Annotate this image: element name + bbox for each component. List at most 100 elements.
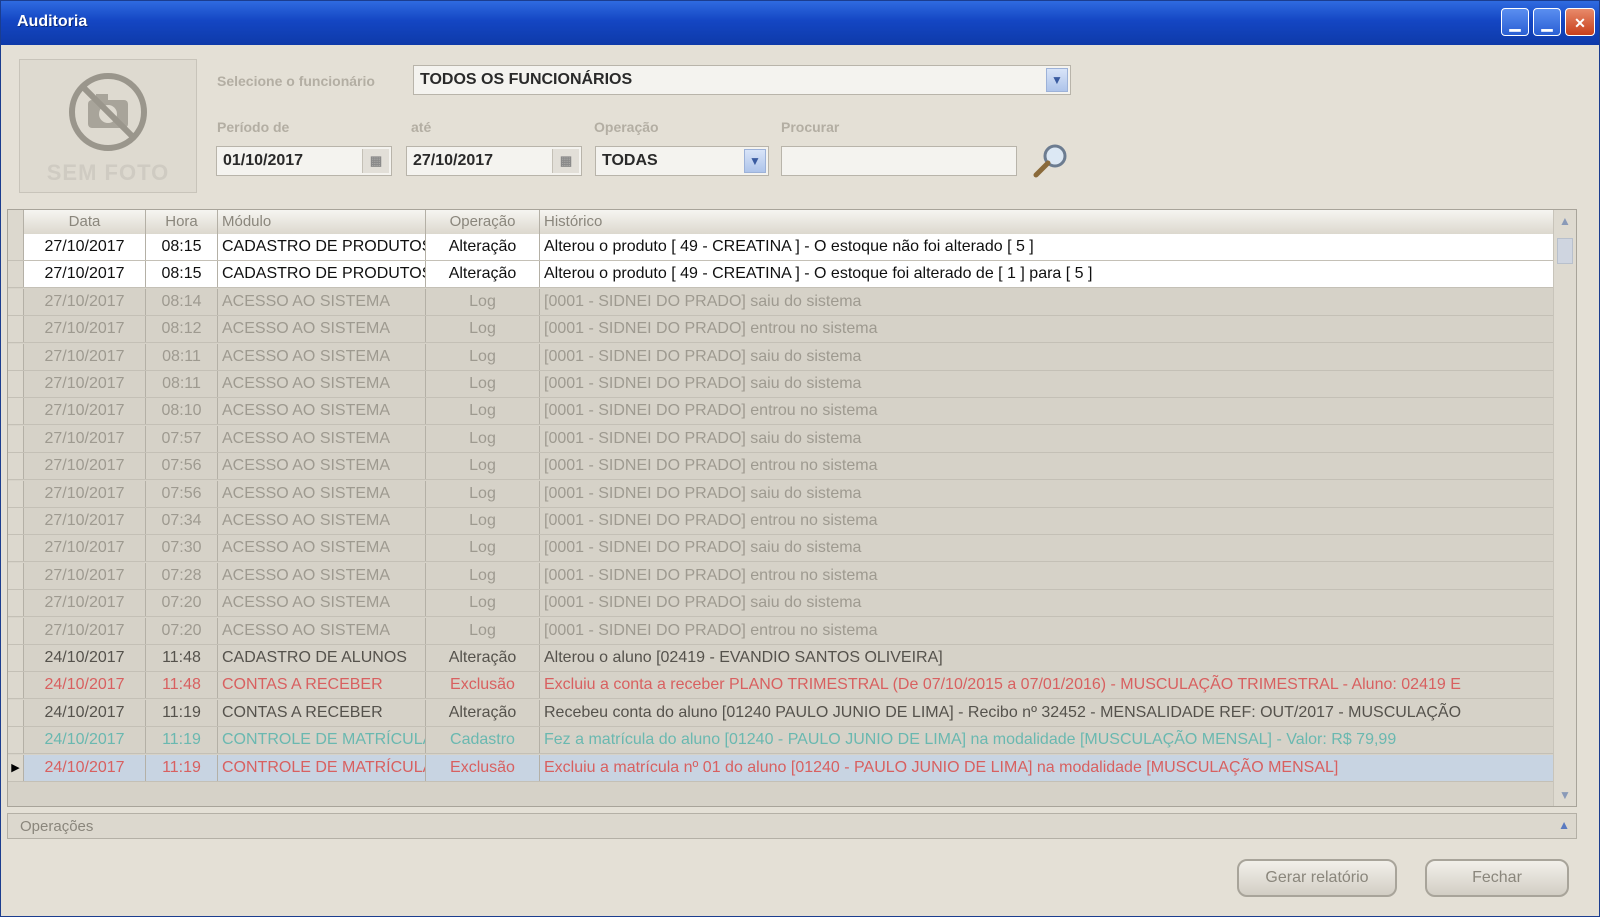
cell-historico: Excluiu a matrícula nº 01 do aluno [0124… (544, 758, 1339, 776)
cell-historico: Alterou o produto [ 49 - CREATINA ] - O … (544, 265, 1093, 283)
table-row[interactable]: 27/10/2017 08:12 ACESSO AO SISTEMA Log [0001… (8, 316, 1556, 344)
cell-data: 27/10/2017 (24, 590, 146, 617)
table-row[interactable]: 27/10/2017 08:15 CADASTRO DE PRODUTOS Alter… (8, 261, 1556, 289)
close-window-button[interactable]: ✕ (1565, 8, 1595, 36)
row-indicator (8, 590, 24, 617)
cell-data: 27/10/2017 (24, 425, 146, 452)
table-row[interactable]: 27/10/2017 07:56 ACESSO AO SISTEMA Log [0001… (8, 453, 1556, 481)
table-row[interactable]: 27/10/2017 08:11 ACESSO AO SISTEMA Log [0001… (8, 343, 1556, 371)
minimize-button[interactable]: ▁ (1501, 8, 1529, 36)
cell-operacao: Log (426, 398, 540, 425)
cell-historico: [0001 - SIDNEI DO PRADO] entrou no siste… (544, 320, 878, 338)
row-indicator (8, 288, 24, 315)
row-indicator (8, 727, 24, 754)
table-row[interactable]: 27/10/2017 07:20 ACESSO AO SISTEMA Log [0001… (8, 617, 1556, 645)
column-header-operacao[interactable]: Operação (426, 210, 540, 234)
employee-select[interactable]: TODOS OS FUNCIONÁRIOS ▼ (413, 65, 1071, 95)
cell-historico: [0001 - SIDNEI DO PRADO] saiu do sistema (544, 429, 862, 447)
audit-grid: Data Hora Módulo Operação Histórico 27/1… (7, 209, 1577, 807)
cell-data: 24/10/2017 (24, 754, 146, 781)
scroll-down-icon[interactable]: ▼ (1554, 788, 1576, 802)
table-row[interactable]: 27/10/2017 07:30 ACESSO AO SISTEMA Log [0001… (8, 535, 1556, 563)
employee-photo: SEM FOTO (19, 59, 197, 193)
cell-operacao: Alteração (426, 645, 540, 671)
row-indicator: ▶ (8, 754, 24, 781)
expand-icon[interactable]: ▲ (1558, 818, 1570, 832)
table-row[interactable]: 24/10/2017 11:19 CONTROLE DE MATRÍCULA Cada… (8, 727, 1556, 755)
cell-modulo: CADASTRO DE PRODUTOS (218, 261, 426, 288)
cell-modulo: ACESSO AO SISTEMA (218, 316, 426, 343)
column-header-hora[interactable]: Hora (146, 210, 218, 234)
search-input[interactable] (781, 146, 1017, 176)
table-row[interactable]: 24/10/2017 11:48 CONTAS A RECEBER Exclusão E… (8, 672, 1556, 700)
row-indicator-header (8, 210, 24, 234)
chevron-down-icon[interactable]: ▼ (1046, 68, 1068, 92)
cell-operacao: Log (426, 508, 540, 534)
calendar-icon[interactable]: ▦ (552, 149, 579, 173)
cell-hora: 07:56 (146, 480, 218, 507)
vertical-scrollbar[interactable]: ▲ ▼ (1553, 210, 1576, 806)
cell-modulo: ACESSO AO SISTEMA (218, 480, 426, 507)
cell-hora: 11:19 (146, 754, 218, 781)
audit-window: Auditoria ▁ ▁ ✕ SEM FOTO Selecione o fun… (0, 0, 1600, 917)
table-row[interactable]: 27/10/2017 07:57 ACESSO AO SISTEMA Log [0001… (8, 425, 1556, 453)
cell-historico: [0001 - SIDNEI DO PRADO] saiu do sistema (544, 539, 862, 557)
cell-hora: 08:14 (146, 288, 218, 315)
operation-select[interactable]: TODAS ▼ (595, 146, 769, 176)
maximize-button[interactable]: ▁ (1533, 8, 1561, 36)
table-row[interactable]: 27/10/2017 08:10 ACESSO AO SISTEMA Log [0001… (8, 398, 1556, 426)
cell-data: 27/10/2017 (24, 617, 146, 644)
table-row[interactable]: 27/10/2017 07:34 ACESSO AO SISTEMA Log [0001… (8, 508, 1556, 535)
column-header-historico[interactable]: Histórico (540, 210, 1556, 234)
period-to-field[interactable]: 27/10/2017 ▦ (406, 146, 582, 176)
cell-modulo: CONTROLE DE MATRÍCULA (218, 727, 426, 754)
table-row[interactable]: 27/10/2017 08:11 ACESSO AO SISTEMA Log [0001… (8, 371, 1556, 398)
cell-data: 27/10/2017 (24, 343, 146, 370)
cell-operacao: Log (426, 590, 540, 617)
column-header-data[interactable]: Data (24, 210, 146, 234)
calendar-icon[interactable]: ▦ (362, 149, 389, 173)
table-row[interactable]: 24/10/2017 11:48 CADASTRO DE ALUNOS Alteraç… (8, 645, 1556, 672)
cell-historico: [0001 - SIDNEI DO PRADO] entrou no siste… (544, 621, 878, 639)
chevron-down-icon[interactable]: ▼ (744, 149, 766, 173)
table-row[interactable]: 27/10/2017 08:15 CADASTRO DE PRODUTOS Alter… (8, 234, 1556, 261)
cell-historico: Excluiu a conta a receber PLANO TRIMESTR… (544, 676, 1461, 694)
cell-historico: [0001 - SIDNEI DO PRADO] saiu do sistema (544, 292, 862, 310)
window-title: Auditoria (17, 13, 88, 30)
cell-data: 27/10/2017 (24, 261, 146, 288)
table-row[interactable]: 27/10/2017 07:20 ACESSO AO SISTEMA Log [0001… (8, 590, 1556, 618)
operations-bar[interactable]: Operações ▲ (7, 813, 1577, 839)
cell-data: 24/10/2017 (24, 672, 146, 699)
cell-historico: [0001 - SIDNEI DO PRADO] entrou no siste… (544, 566, 878, 584)
cell-data: 24/10/2017 (24, 645, 146, 671)
period-to-label: até (411, 119, 432, 135)
close-button[interactable]: Fechar (1425, 859, 1569, 897)
generate-report-button[interactable]: Gerar relatório (1237, 859, 1397, 897)
scroll-up-icon[interactable]: ▲ (1554, 214, 1576, 228)
table-row[interactable]: 27/10/2017 07:56 ACESSO AO SISTEMA Log [0001… (8, 480, 1556, 508)
cell-data: 27/10/2017 (24, 562, 146, 589)
cell-modulo: CONTROLE DE MATRÍCULA (218, 754, 426, 781)
cell-hora: 11:19 (146, 727, 218, 754)
scroll-thumb[interactable] (1557, 238, 1573, 264)
cell-hora: 07:28 (146, 562, 218, 589)
period-from-field[interactable]: 01/10/2017 ▦ (216, 146, 392, 176)
cell-hora: 08:11 (146, 343, 218, 370)
row-indicator (8, 398, 24, 425)
cell-modulo: ACESSO AO SISTEMA (218, 288, 426, 315)
cell-historico: Alterou o aluno [02419 - EVANDIO SANTOS … (544, 649, 943, 666)
column-header-modulo[interactable]: Módulo (218, 210, 426, 234)
search-icon[interactable] (1031, 141, 1071, 181)
cell-historico: Alterou o produto [ 49 - CREATINA ] - O … (544, 238, 1034, 255)
table-row[interactable]: ▶ 24/10/2017 11:19 CONTROLE DE MATRÍCULA Exc… (8, 754, 1556, 782)
cell-data: 27/10/2017 (24, 453, 146, 480)
table-row[interactable]: 27/10/2017 07:28 ACESSO AO SISTEMA Log [0001… (8, 562, 1556, 590)
cell-modulo: ACESSO AO SISTEMA (218, 425, 426, 452)
cell-modulo: ACESSO AO SISTEMA (218, 343, 426, 370)
cell-operacao: Exclusão (426, 672, 540, 699)
cell-data: 27/10/2017 (24, 398, 146, 425)
table-row[interactable]: 24/10/2017 11:19 CONTAS A RECEBER Alteração… (8, 699, 1556, 727)
cell-historico: [0001 - SIDNEI DO PRADO] saiu do sistema (544, 594, 862, 612)
table-row[interactable]: 27/10/2017 08:14 ACESSO AO SISTEMA Log [0001… (8, 288, 1556, 316)
cell-operacao: Log (426, 343, 540, 370)
